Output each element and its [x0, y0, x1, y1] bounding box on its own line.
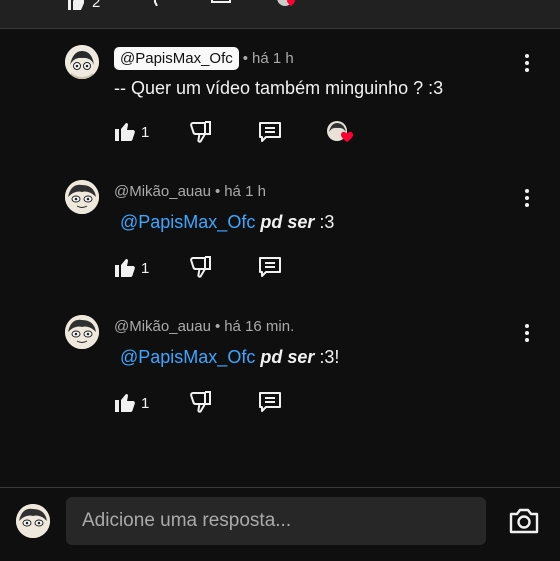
- comment-text: @PapisMax_Ofc pd ser :3: [120, 212, 334, 233]
- avatar[interactable]: [65, 315, 99, 349]
- comment-time: há 1 h: [224, 183, 266, 200]
- dislike-icon[interactable]: [190, 121, 212, 143]
- reply-icon[interactable]: [210, 0, 232, 8]
- author-name[interactable]: @Mikão_auau: [114, 183, 211, 200]
- reply-icon[interactable]: [258, 256, 282, 278]
- text-suffix: :3: [314, 212, 335, 232]
- like-icon[interactable]: [114, 120, 136, 142]
- like-icon[interactable]: [114, 256, 136, 278]
- dislike-icon[interactable]: [190, 256, 212, 278]
- comment-time: há 1 h: [252, 50, 294, 67]
- reply-icon[interactable]: [258, 121, 282, 143]
- comment-text: @PapisMax_Ofc pd ser :3!: [120, 347, 339, 368]
- separator-dot: •: [242, 50, 249, 67]
- author-name-chip[interactable]: @PapisMax_Ofc: [114, 47, 239, 70]
- comment-time: há 16 min.: [224, 318, 295, 335]
- creator-heart-icon: [326, 120, 353, 142]
- comment-text: -- Quer um vídeo também minguinho ? :3: [114, 78, 444, 98]
- reply-icon[interactable]: [258, 391, 282, 413]
- dislike-icon[interactable]: [190, 391, 212, 413]
- more-options-icon[interactable]: [517, 321, 537, 345]
- like-count: 1: [141, 260, 150, 277]
- separator-dot: •: [214, 318, 221, 335]
- creator-heart-icon: [276, 0, 296, 8]
- bold-text: pd ser: [260, 212, 315, 232]
- like-count: 1: [141, 124, 150, 141]
- more-options-icon[interactable]: [517, 186, 537, 210]
- avatar[interactable]: [65, 45, 99, 79]
- avatar[interactable]: [65, 180, 99, 214]
- more-options-icon[interactable]: [517, 51, 537, 75]
- like-icon[interactable]: [114, 391, 136, 413]
- parent-like-count: 2: [92, 0, 101, 11]
- mention-link[interactable]: @PapisMax_Ofc: [120, 212, 255, 232]
- like-count: 1: [141, 395, 150, 412]
- reply-composer: [0, 487, 560, 561]
- text-suffix: :3!: [314, 347, 340, 367]
- bold-text: pd ser: [260, 347, 315, 367]
- author-name[interactable]: @Mikão_auau: [114, 318, 211, 335]
- camera-icon[interactable]: [508, 507, 540, 535]
- dislike-icon[interactable]: [146, 0, 164, 6]
- like-icon[interactable]: [66, 0, 86, 10]
- separator-dot: •: [214, 183, 221, 200]
- current-user-avatar: [16, 504, 50, 538]
- reply-input[interactable]: [66, 497, 486, 545]
- parent-comment-action-bar: 2: [0, 0, 560, 29]
- mention-link[interactable]: @PapisMax_Ofc: [120, 347, 255, 367]
